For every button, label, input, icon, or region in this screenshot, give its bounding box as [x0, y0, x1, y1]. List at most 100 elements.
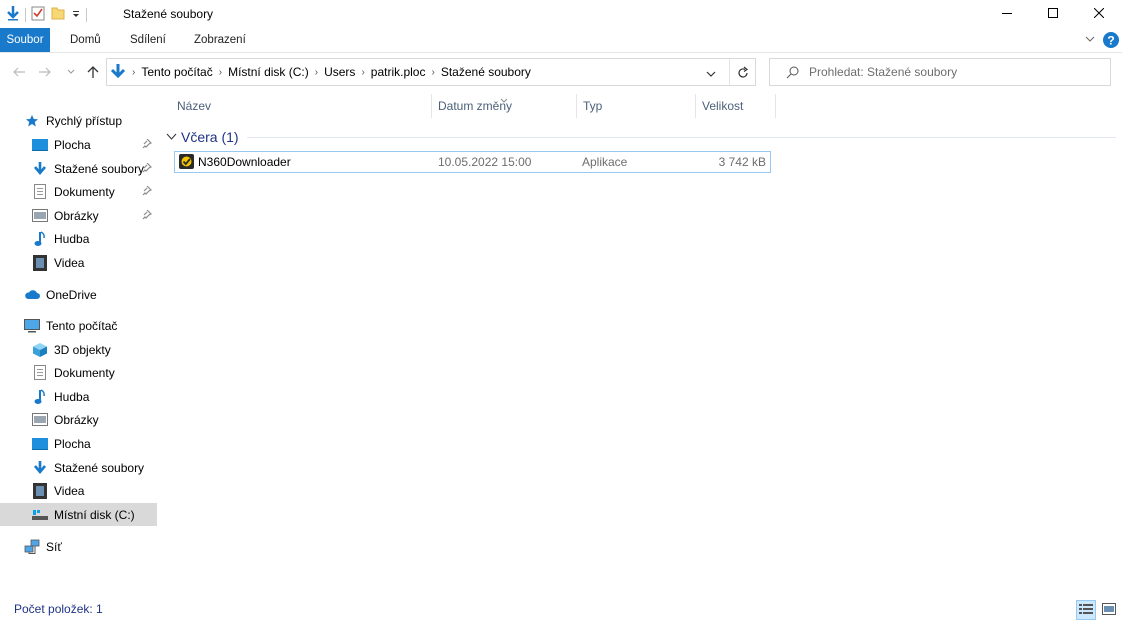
help-icon[interactable]: ?: [1103, 32, 1119, 51]
sidebar-item-quick-access[interactable]: Rychlý přístup: [24, 109, 122, 132]
application-icon: [179, 154, 194, 172]
file-name: N360Downloader: [198, 155, 291, 169]
sidebar-item-downloads[interactable]: Stažené soubory: [32, 157, 144, 180]
sidebar-label: Dokumenty: [54, 184, 115, 199]
pictures-icon: [32, 208, 48, 224]
minimize-button[interactable]: [984, 0, 1030, 28]
back-button[interactable]: [10, 63, 28, 81]
column-divider[interactable]: [431, 94, 432, 118]
document-icon: [32, 365, 48, 381]
sidebar-item-3d-objects[interactable]: 3D objekty: [32, 338, 111, 361]
search-box[interactable]: Prohledat: Stažené soubory: [769, 58, 1111, 86]
tab-home[interactable]: Domů: [60, 28, 111, 52]
sidebar-item-documents[interactable]: Dokumenty: [32, 361, 115, 384]
sidebar-label: Plocha: [54, 436, 91, 451]
title-bar: Stažené soubory: [0, 0, 1122, 28]
breadcrumb-local-disk[interactable]: › Místní disk (C:): [219, 65, 309, 79]
sidebar-item-downloads[interactable]: Stažené soubory: [32, 456, 144, 479]
sidebar-label: Rychlý přístup: [46, 113, 123, 128]
sidebar-item-this-pc[interactable]: Tento počítač: [24, 314, 117, 337]
up-button[interactable]: [84, 63, 102, 81]
desktop-icon: [32, 436, 48, 452]
file-date: 10.05.2022 15:00: [438, 155, 532, 169]
file-size: 3 742 kB: [718, 155, 766, 169]
sidebar-item-onedrive[interactable]: OneDrive: [24, 283, 97, 306]
tab-view[interactable]: Zobrazení: [184, 28, 256, 52]
expand-ribbon-icon[interactable]: [1084, 33, 1096, 48]
column-divider[interactable]: [695, 94, 696, 118]
svg-text:?: ?: [1107, 34, 1114, 48]
sidebar-item-music[interactable]: Hudba: [32, 227, 89, 250]
details-view-button[interactable]: [1076, 600, 1096, 620]
ribbon: Soubor Domů Sdílení Zobrazení ?: [0, 28, 1122, 53]
breadcrumb-user-folder[interactable]: › patrik.ploc: [361, 65, 425, 79]
chevron-down-icon[interactable]: [166, 130, 177, 144]
download-icon[interactable]: [6, 5, 20, 24]
sidebar-label: Hudba: [54, 231, 90, 246]
tab-share[interactable]: Sdílení: [120, 28, 176, 52]
sidebar-label: Hudba: [54, 389, 90, 404]
file-row[interactable]: N360Downloader 10.05.2022 15:00 Aplikace…: [174, 151, 771, 173]
sidebar-label: Videa: [54, 483, 85, 498]
large-icons-view-button[interactable]: [1099, 600, 1119, 620]
recent-locations-button[interactable]: [62, 63, 80, 81]
downloads-icon: [110, 63, 126, 81]
close-button[interactable]: [1076, 0, 1122, 28]
sidebar-item-videos[interactable]: Videa: [32, 479, 84, 502]
sidebar-item-local-disk[interactable]: Místní disk (C:): [32, 503, 135, 526]
sidebar-label: Místní disk (C:): [54, 507, 135, 522]
maximize-icon: [1048, 7, 1058, 21]
pin-icon: [142, 185, 153, 199]
video-icon: [32, 254, 48, 271]
network-icon: [24, 539, 40, 555]
file-type: Aplikace: [582, 155, 628, 169]
customize-dropdown-icon[interactable]: [71, 8, 81, 22]
pin-icon: [142, 209, 153, 223]
sidebar-item-network[interactable]: Síť: [24, 535, 62, 558]
breadcrumb-users[interactable]: › Users: [315, 65, 356, 79]
properties-icon[interactable]: [31, 5, 45, 24]
sort-chevron-icon: [500, 92, 508, 106]
sidebar-item-documents[interactable]: Dokumenty: [32, 180, 115, 203]
sidebar-label: Videa: [54, 255, 85, 270]
breadcrumb-downloads[interactable]: › Stažené soubory: [431, 65, 530, 79]
window-title: Stažené soubory: [123, 7, 214, 21]
sidebar-item-desktop[interactable]: Plocha: [32, 133, 91, 156]
column-header-size[interactable]: Velikost: [702, 94, 743, 118]
drive-icon: [32, 507, 48, 523]
sidebar-label: Síť: [46, 539, 62, 554]
column-header-name[interactable]: Název: [177, 94, 211, 118]
sidebar-item-desktop[interactable]: Plocha: [32, 432, 91, 455]
breadcrumb-this-pc[interactable]: › Tento počítač: [132, 65, 213, 79]
download-icon: [32, 460, 48, 476]
toolbar-divider: [25, 7, 26, 22]
close-icon: [1093, 7, 1105, 21]
tab-file[interactable]: Soubor: [0, 28, 50, 52]
group-divider: [246, 136, 1116, 138]
computer-icon: [24, 318, 40, 334]
new-folder-icon[interactable]: [50, 5, 66, 24]
desktop-icon: [32, 137, 48, 153]
sidebar-label: 3D objekty: [54, 342, 111, 357]
maximize-button[interactable]: [1030, 0, 1076, 28]
address-bar[interactable]: › Tento počítač › Místní disk (C:) › Users …: [106, 58, 756, 86]
column-header-type[interactable]: Typ: [583, 94, 602, 118]
sidebar-label: Obrázky: [54, 412, 99, 427]
group-header[interactable]: Včera (1): [166, 128, 1116, 146]
music-icon: [32, 388, 48, 405]
sidebar-label: Stažené soubory: [54, 161, 145, 176]
sidebar-item-pictures[interactable]: Obrázky: [32, 204, 99, 227]
sidebar-label: Obrázky: [54, 208, 99, 223]
sidebar-item-pictures[interactable]: Obrázky: [32, 408, 99, 431]
sidebar-item-videos[interactable]: Videa: [32, 251, 84, 274]
address-dropdown-icon[interactable]: [705, 68, 717, 82]
pin-icon: [142, 138, 153, 152]
sidebar-item-music[interactable]: Hudba: [32, 385, 89, 408]
column-divider[interactable]: [775, 94, 776, 118]
cube-icon: [32, 342, 48, 358]
refresh-icon[interactable]: [736, 66, 750, 83]
forward-button[interactable]: [36, 63, 54, 81]
sidebar-label: Stažené soubory: [54, 460, 145, 475]
column-divider[interactable]: [576, 94, 577, 118]
document-icon: [32, 184, 48, 200]
